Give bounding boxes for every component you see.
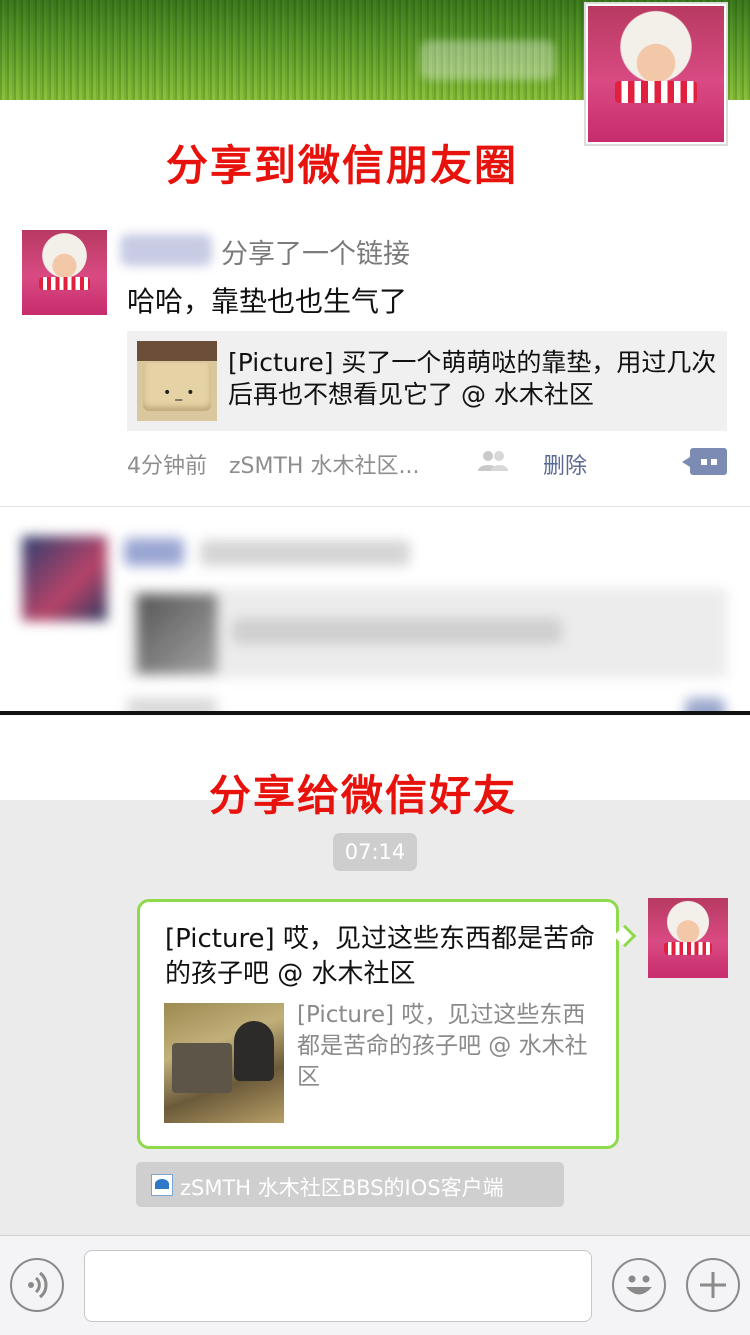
chat-heading: 分享给微信好友 xyxy=(209,771,518,820)
shared-message-bubble[interactable]: [Picture] 哎，见过这些东西都是苦命的孩子吧 @ 水木社区 [Pictu… xyxy=(137,899,619,1149)
pillow-face-glyph: •_• xyxy=(163,385,199,401)
post-source-link[interactable]: zSMTH 水木社区... xyxy=(229,448,444,480)
app-source-label: zSMTH 水木社区BBS的IOS客户端 xyxy=(180,1176,504,1200)
emoji-button[interactable] xyxy=(612,1258,666,1312)
delete-post-link[interactable]: 删除 xyxy=(543,448,587,480)
shared-link-card[interactable]: •_• [Picture] 买了一个萌萌哒的靠垫，用过几次后再也不想看见它了 @… xyxy=(127,331,727,431)
app-source-chip[interactable]: zSMTH 水木社区BBS的IOS客户端 xyxy=(136,1162,564,1207)
profile-avatar-image xyxy=(588,6,724,142)
message-description: [Picture] 哎，见过这些东西都是苦命的孩子吧 @ 水木社区 xyxy=(297,1002,588,1090)
post-author-avatar-image xyxy=(22,230,107,315)
link-text: [Picture] 买了一个萌萌哒的靠垫，用过几次后再也不想看见它了 @ 水木社… xyxy=(228,348,717,409)
moments-heading: 分享到微信朋友圈 xyxy=(166,141,519,190)
voice-icon xyxy=(28,1271,48,1299)
message-thumbnail xyxy=(164,1003,284,1123)
chat-sender-avatar[interactable] xyxy=(648,898,728,978)
message-input[interactable] xyxy=(84,1250,592,1322)
emoji-icon xyxy=(626,1275,652,1295)
voice-button[interactable] xyxy=(10,1258,64,1312)
message-timestamp: 07:14 xyxy=(333,833,417,871)
post-author-avatar[interactable] xyxy=(22,230,107,315)
chat-input-bar xyxy=(0,1235,750,1335)
link-thumbnail: •_• xyxy=(137,341,217,421)
profile-avatar[interactable] xyxy=(584,2,728,146)
post-author-name-blurred[interactable] xyxy=(120,234,212,266)
chat-sender-avatar-image xyxy=(648,898,728,978)
message-title: [Picture] 哎，见过这些东西都是苦命的孩子吧 @ 水木社区 xyxy=(165,924,595,989)
post-divider xyxy=(0,506,750,507)
post-time: 4分钟前 xyxy=(127,454,207,479)
blurred-next-post xyxy=(0,508,750,728)
app-logo-icon xyxy=(151,1174,173,1196)
plus-button[interactable] xyxy=(686,1258,740,1312)
plus-icon xyxy=(700,1272,726,1298)
post-text: 哈哈，靠垫也也生气了 xyxy=(127,285,408,318)
cover-username-blurred xyxy=(420,40,555,80)
comment-icon[interactable] xyxy=(682,448,727,475)
post-action-text: 分享了一个链接 xyxy=(221,239,410,270)
friends-icon xyxy=(478,451,508,471)
